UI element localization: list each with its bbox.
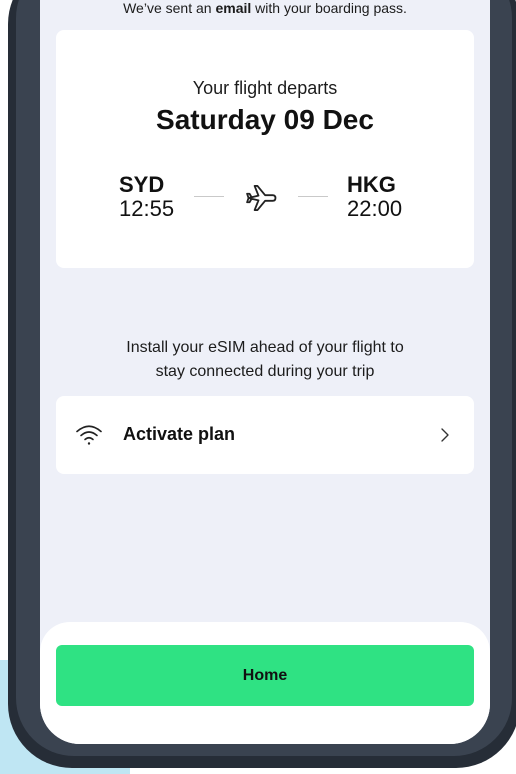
chevron-right-icon bbox=[441, 428, 449, 442]
notice-email-highlight: email bbox=[215, 0, 252, 16]
origin-departure-time: 12:55 bbox=[119, 196, 175, 221]
notice-suffix: with your boarding pass. bbox=[251, 0, 407, 16]
app-screen: We’ve sent an email with your boarding p… bbox=[40, 0, 490, 744]
boarding-pass-notice: We’ve sent an email with your boarding p… bbox=[40, 0, 490, 24]
route-divider-left bbox=[194, 196, 224, 197]
departs-label: Your flight departs bbox=[192, 78, 338, 98]
flight-card: Your flight departs Saturday 09 Dec SYD … bbox=[56, 30, 474, 268]
esim-promo-line-2: stay connected during your trip bbox=[155, 363, 375, 380]
departure-date: Saturday 09 Dec bbox=[156, 104, 374, 135]
plane-icon bbox=[246, 185, 277, 211]
esim-promo-text: Install your eSIM ahead of your flight t… bbox=[70, 336, 460, 384]
route-divider-right bbox=[298, 196, 328, 197]
home-button[interactable]: Home bbox=[56, 645, 474, 706]
notice-prefix: We’ve sent an bbox=[123, 0, 216, 16]
wifi-icon bbox=[76, 425, 102, 445]
activate-plan-label: Activate plan bbox=[123, 424, 236, 444]
bottom-action-bar: Home bbox=[40, 622, 490, 744]
destination-airport-code: HKG bbox=[347, 172, 396, 197]
esim-promo-line-1: Install your eSIM ahead of your flight t… bbox=[126, 339, 404, 356]
activate-plan-button[interactable]: Activate plan bbox=[56, 396, 474, 474]
destination-arrival-time: 22:00 bbox=[347, 196, 403, 221]
origin-airport-code: SYD bbox=[119, 172, 165, 197]
